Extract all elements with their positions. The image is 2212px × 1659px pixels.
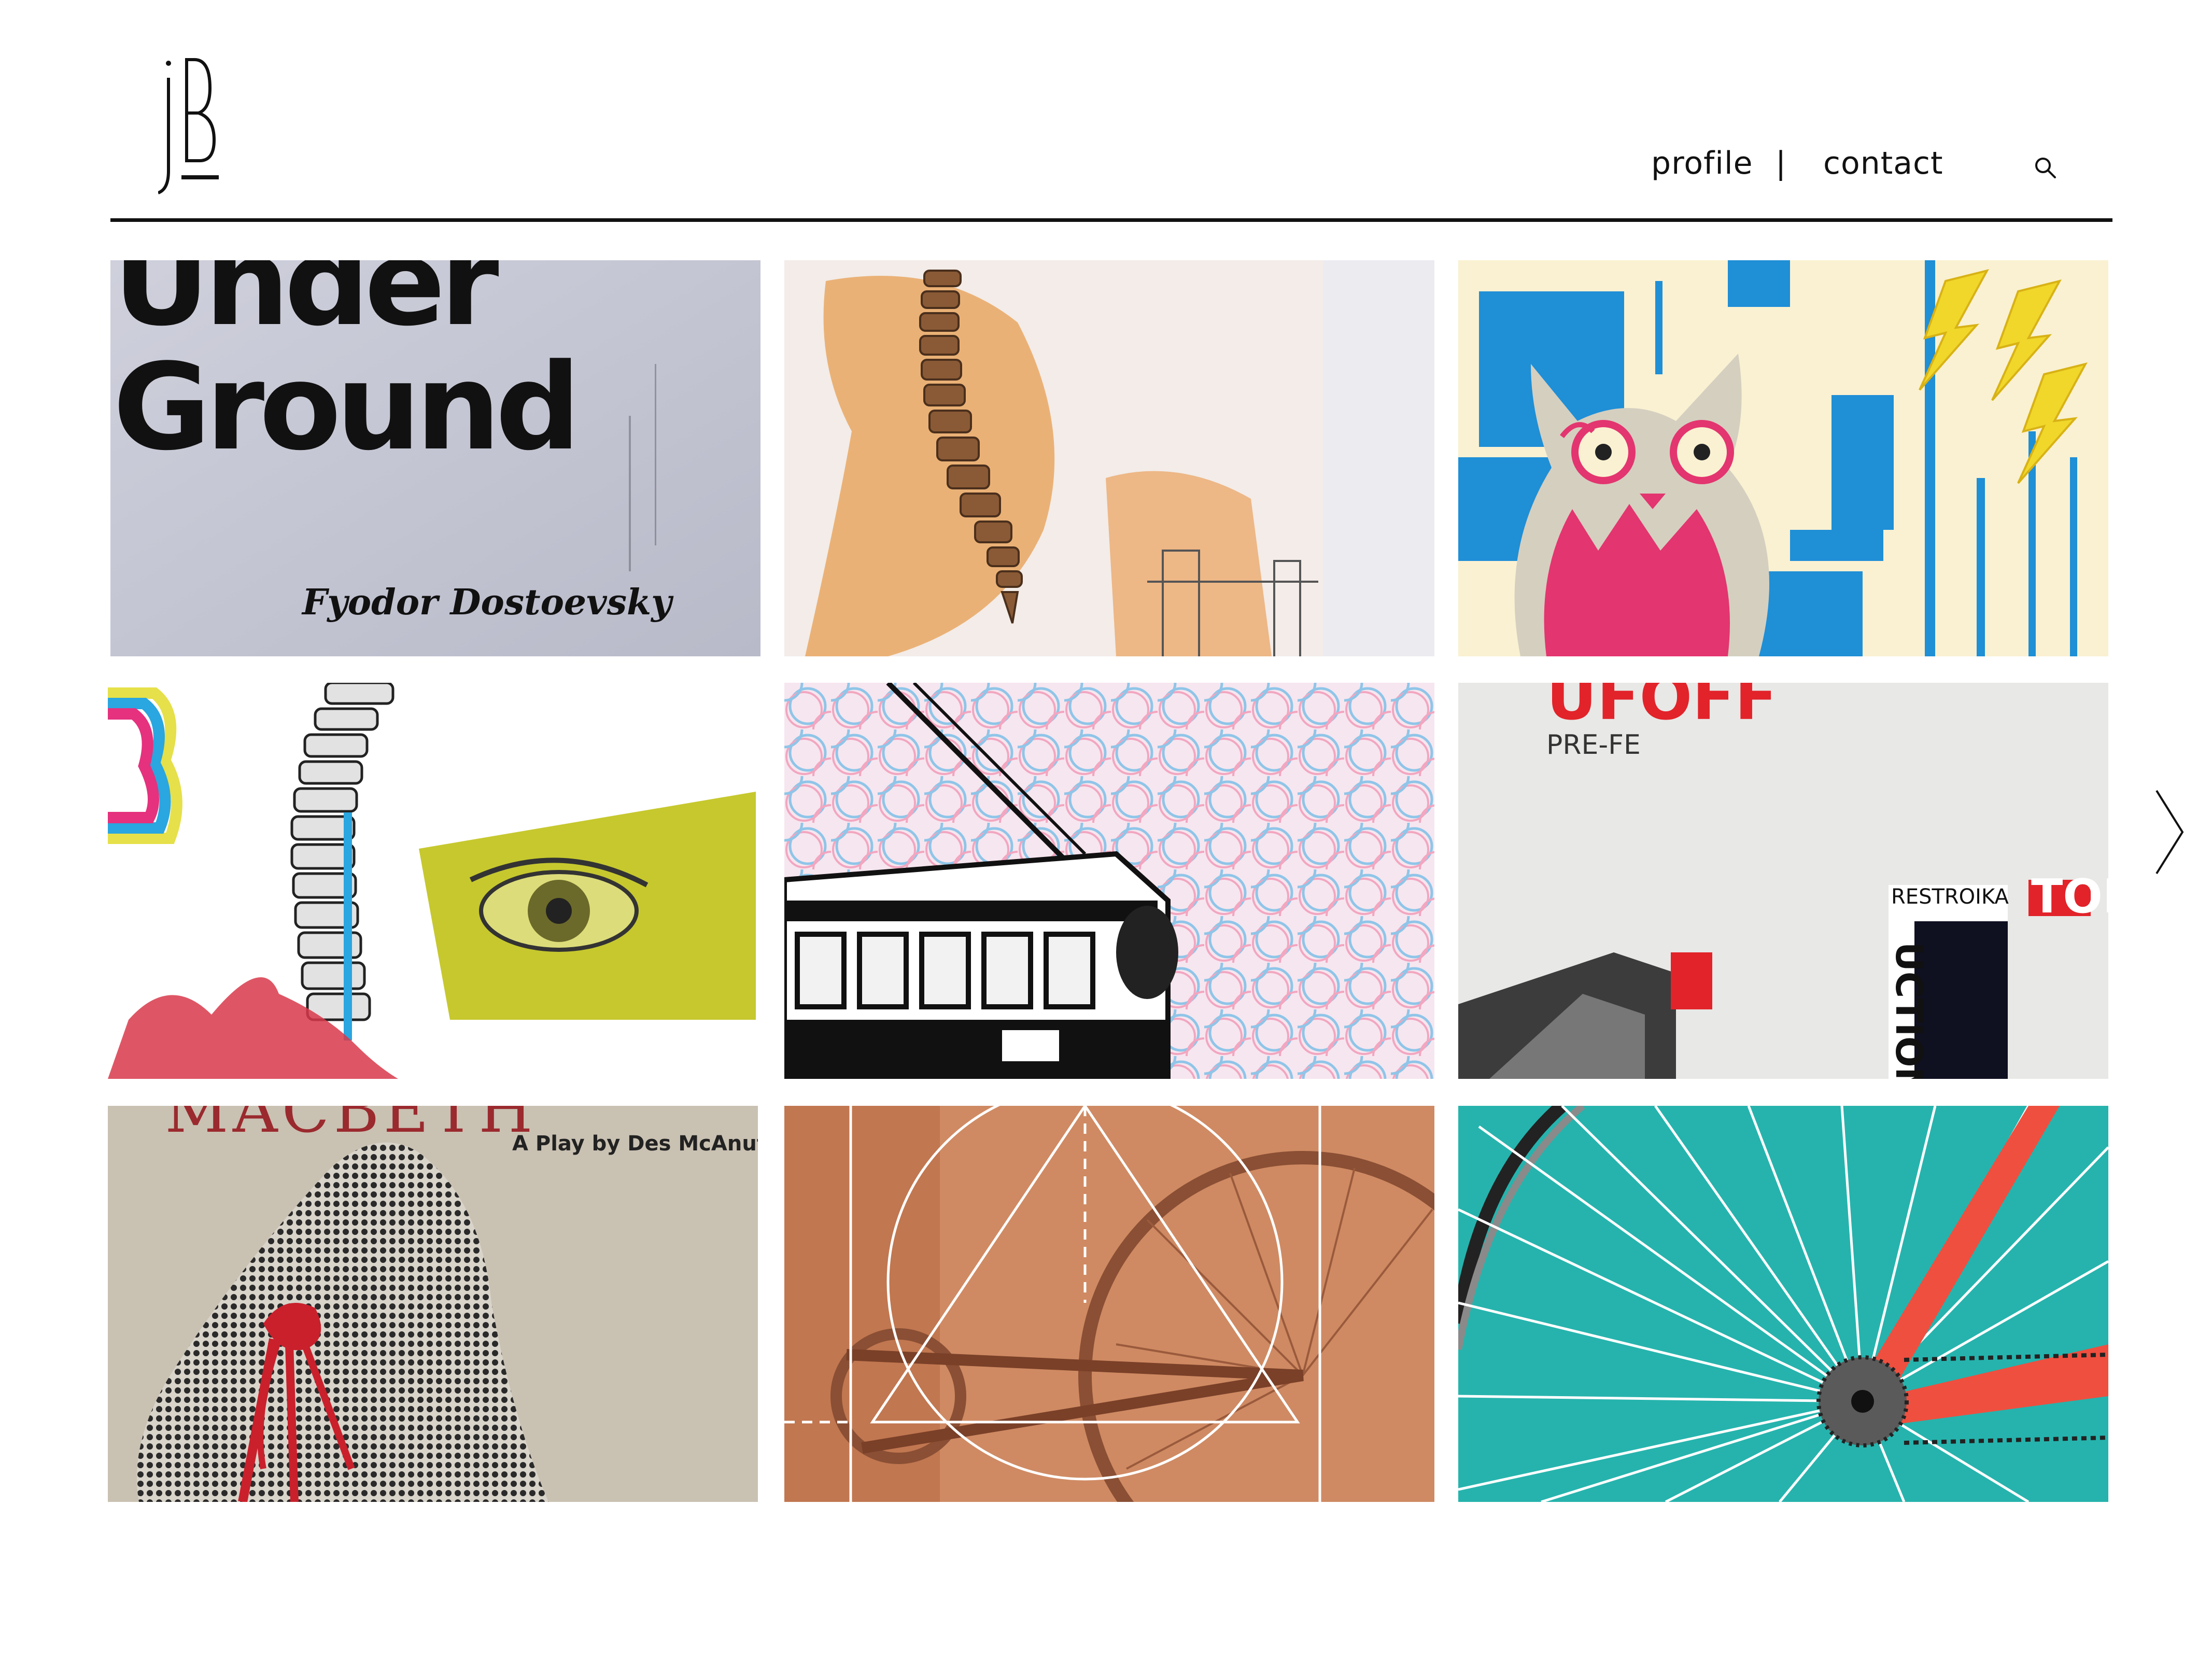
nav-separator: | [1776,145,1786,181]
gallery-tile-bicycle-geometry[interactable] [784,1106,1434,1502]
gallery-tile-spine-anatomy[interactable] [784,260,1434,656]
logo-mark [157,58,219,194]
nav-profile-link[interactable]: profile [1651,145,1753,181]
gallery-tile-typographic-collage[interactable]: UFOFF PRE-FE RESTROIKA TOL UCTION [1458,683,2108,1079]
site-logo[interactable] [157,57,220,197]
header-divider [110,218,2112,222]
gallery-tile-trolley-pattern[interactable] [784,683,1434,1079]
gallery-tile-underground[interactable]: Under Ground Fyodor Dostoevsky [110,260,760,656]
gallery-tile-spine-eye[interactable] [108,683,758,1079]
gallery-tile-cat-circuit[interactable] [1458,260,2108,656]
nav-contact-link[interactable]: contact [1823,145,1943,181]
gallery-tile-macbeth[interactable]: MACBETH A Play by Des McAnuff [108,1106,758,1502]
gallery-tile-bicycle-wheel[interactable] [1458,1106,2108,1502]
chevron-right-icon[interactable] [2154,788,2185,876]
search-icon[interactable] [2032,154,2058,180]
